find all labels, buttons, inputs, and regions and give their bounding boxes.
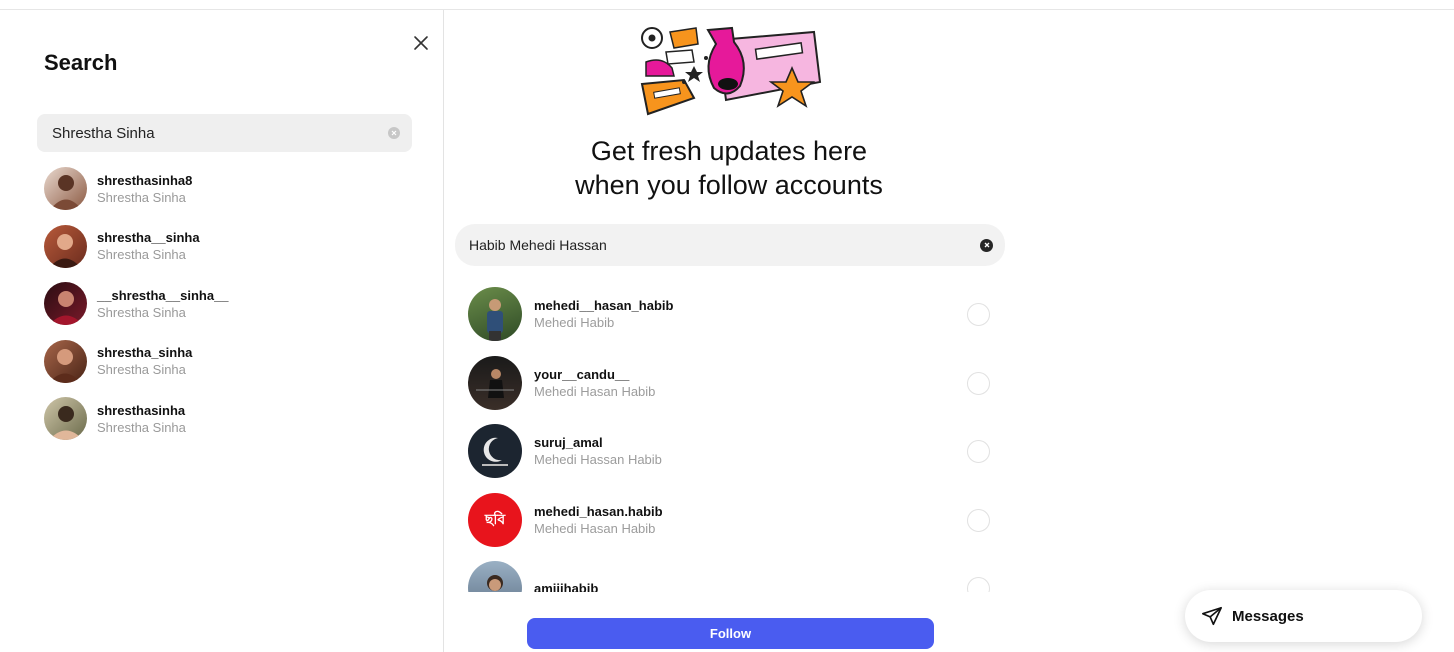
account-search-input[interactable]	[469, 237, 980, 253]
avatar	[468, 355, 522, 410]
search-result-item[interactable]: shresthasinha Shrestha Sinha	[44, 390, 424, 448]
result-username: shresthasinha8	[97, 172, 193, 188]
messages-label: Messages	[1232, 607, 1304, 625]
select-radio[interactable]	[967, 508, 990, 532]
paper-plane-icon	[1202, 606, 1222, 626]
avatar	[44, 224, 87, 268]
search-results: shresthasinha8 Shrestha Sinha shrestha__…	[44, 160, 424, 448]
avatar	[468, 287, 522, 342]
result-fullname: Shrestha Sinha	[97, 362, 186, 378]
result-username: shrestha__sinha	[97, 230, 200, 246]
suggestion-username: mehedi_hasan.habib	[534, 503, 663, 519]
search-input[interactable]	[52, 124, 388, 142]
suggestion-list: mehedi__hasan_habib Mehedi Habib your__c…	[455, 280, 1005, 592]
result-username: __shrestha__sinha__	[97, 287, 229, 303]
result-fullname: Shrestha Sinha	[97, 247, 186, 263]
close-icon	[414, 36, 428, 50]
suggestion-username: suruj_amal	[534, 435, 603, 451]
suggestion-username: amiiihabib	[534, 580, 599, 592]
empty-feed-headline: Get fresh updates here when you follow a…	[444, 134, 1014, 202]
suggestion-username: your__candu__	[534, 366, 630, 382]
search-result-item[interactable]: shrestha_sinha Shrestha Sinha	[44, 333, 424, 391]
search-result-item[interactable]: __shrestha__sinha__ Shrestha Sinha	[44, 275, 424, 333]
suggestion-fullname: Mehedi Hasan Habib	[534, 520, 656, 536]
search-panel: Search shresthasinha8 Shrestha Sinha shr…	[0, 10, 444, 652]
select-radio[interactable]	[967, 303, 990, 326]
avatar-text: ছবি	[484, 510, 506, 527]
result-fullname: Shrestha Sinha	[97, 304, 186, 320]
result-username: shresthasinha	[97, 402, 186, 418]
result-username: shrestha_sinha	[97, 345, 193, 361]
follow-button[interactable]: Follow	[527, 618, 934, 649]
messages-button[interactable]: Messages	[1185, 590, 1422, 642]
search-result-item[interactable]: shrestha__sinha Shrestha Sinha	[44, 218, 424, 276]
fresh-updates-illustration-icon	[640, 26, 822, 116]
suggestion-item[interactable]: amiiihabib	[455, 554, 1005, 592]
clear-icon[interactable]	[388, 127, 400, 139]
suggestion-item[interactable]: suruj_amal Mehedi Hassan Habib	[455, 417, 1005, 486]
select-radio[interactable]	[967, 440, 990, 463]
select-radio[interactable]	[967, 371, 990, 395]
suggestion-item[interactable]: mehedi__hasan_habib Mehedi Habib	[455, 280, 1005, 349]
suggestion-fullname: Mehedi Habib	[534, 315, 615, 331]
search-box[interactable]	[37, 114, 412, 152]
account-search-box[interactable]	[455, 224, 1005, 266]
avatar	[44, 282, 87, 326]
close-search-button[interactable]	[410, 32, 432, 54]
result-fullname: Shrestha Sinha	[97, 419, 186, 435]
avatar	[44, 339, 87, 383]
suggestion-item[interactable]: your__candu__ Mehedi Hasan Habib	[455, 349, 1005, 418]
suggestion-username: mehedi__hasan_habib	[534, 298, 674, 314]
search-result-item[interactable]: shresthasinha8 Shrestha Sinha	[44, 160, 424, 218]
headline-line-2: when you follow accounts	[575, 170, 883, 200]
headline-line-1: Get fresh updates here	[590, 136, 868, 166]
suggestion-item[interactable]: ছবি mehedi_hasan.habib Mehedi Hasan Habi…	[455, 486, 1005, 555]
search-title: Search	[44, 50, 118, 75]
avatar	[468, 561, 522, 592]
result-fullname: Shrestha Sinha	[97, 189, 186, 205]
select-radio[interactable]	[967, 577, 990, 592]
avatar	[468, 424, 522, 479]
avatar: ছবি	[468, 492, 522, 547]
avatar	[44, 167, 87, 211]
suggestion-fullname: Mehedi Hasan Habib	[534, 383, 656, 399]
suggestion-fullname: Mehedi Hassan Habib	[534, 452, 662, 468]
clear-icon[interactable]	[980, 238, 993, 252]
avatar	[44, 397, 87, 441]
